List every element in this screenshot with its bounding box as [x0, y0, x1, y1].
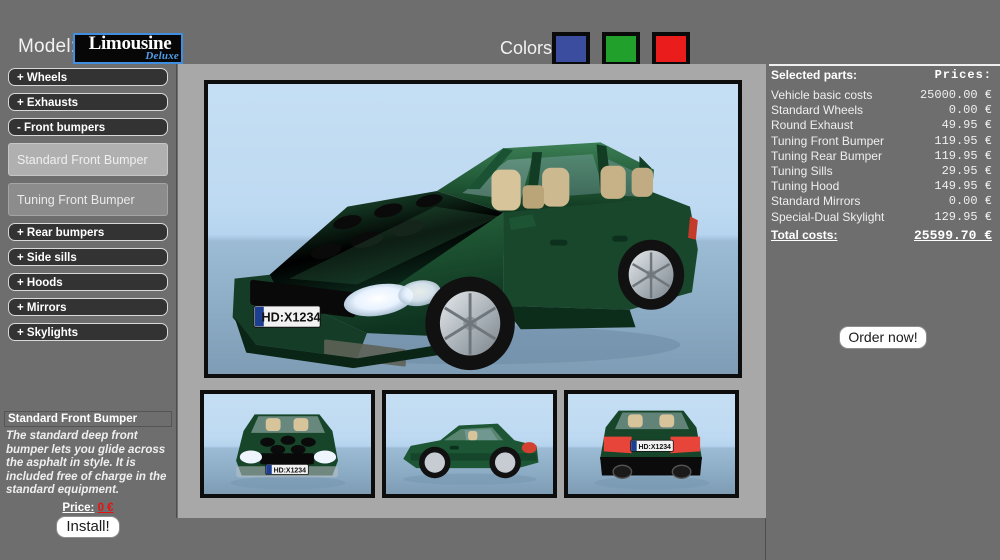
- license-plate-main: HD:X1234: [254, 306, 320, 327]
- total-row: Total costs: 25599.70 €: [766, 228, 1000, 243]
- prices-column-header: Prices:: [935, 68, 992, 82]
- part-row: Tuning Hood 149.95 €: [766, 179, 1000, 194]
- front-view-thumbnail[interactable]: HD:X1234: [200, 390, 375, 498]
- model-label: Model:: [18, 36, 76, 58]
- total-value: 25599.70 €: [914, 228, 992, 243]
- license-plate-rear: HD:X1234: [631, 440, 674, 451]
- part-info-price: Price: 0 €: [4, 502, 172, 514]
- color-swatch-green[interactable]: [602, 32, 640, 66]
- color-swatch-red[interactable]: [652, 32, 690, 66]
- part-row: Tuning Sills 29.95 €: [766, 164, 1000, 179]
- side-view-thumbnail[interactable]: [382, 390, 557, 498]
- part-row: Round Exhaust 49.95 €: [766, 118, 1000, 133]
- sidebar-category-7[interactable]: + Hoods: [8, 273, 168, 291]
- part-price: 0.00 €: [949, 194, 992, 208]
- sidebar-divider: [176, 64, 177, 518]
- part-info-title: Standard Front Bumper: [4, 411, 172, 427]
- part-price: 119.95 €: [934, 149, 992, 163]
- svg-text:HD:X1234: HD:X1234: [262, 310, 321, 324]
- sidebar-category-1[interactable]: + Exhausts: [8, 93, 168, 111]
- car-render-front: HD:X1234: [204, 394, 371, 494]
- part-row: Tuning Rear Bumper 119.95 €: [766, 149, 1000, 164]
- part-price: 25000.00 €: [920, 88, 992, 102]
- model-logo: Limousine Deluxe: [73, 33, 183, 64]
- part-row: Standard Wheels 0.00 €: [766, 103, 1000, 118]
- part-price: 129.95 €: [934, 210, 992, 224]
- part-name: Tuning Hood: [771, 179, 839, 193]
- car-render-perspective: HD:X1234: [208, 84, 738, 374]
- svg-text:HD:X1234: HD:X1234: [639, 444, 672, 451]
- part-name: Standard Mirrors: [771, 194, 860, 208]
- part-price: 0.00 €: [949, 103, 992, 117]
- sidebar-category-6[interactable]: + Side sills: [8, 248, 168, 266]
- sidebar-category-9[interactable]: + Skylights: [8, 323, 168, 341]
- order-now-button[interactable]: Order now!: [839, 326, 926, 349]
- part-name: Vehicle basic costs: [771, 88, 872, 102]
- colors-label: Colors:: [500, 38, 557, 59]
- logo-sub-text: Deluxe: [75, 50, 179, 62]
- install-button-wrap: Install!: [4, 516, 172, 538]
- main-car-view[interactable]: HD:X1234: [204, 80, 742, 378]
- price-label: Price:: [62, 502, 94, 514]
- part-row: Standard Mirrors 0.00 €: [766, 194, 1000, 209]
- svg-text:HD:X1234: HD:X1234: [274, 468, 307, 475]
- sidebar-category-8[interactable]: + Mirrors: [8, 298, 168, 316]
- rear-wheel: [618, 240, 684, 310]
- part-row: Special-Dual Skylight 129.95 €: [766, 210, 1000, 225]
- part-price: 149.95 €: [934, 179, 992, 193]
- part-row: Vehicle basic costs 25000.00 €: [766, 88, 1000, 103]
- sidebar-option-4[interactable]: Tuning Front Bumper: [8, 183, 168, 216]
- license-plate-front: HD:X1234: [266, 464, 309, 474]
- front-wheel: [425, 277, 515, 370]
- sidebar-option-3[interactable]: Standard Front Bumper: [8, 143, 168, 176]
- viewer-stage: HD:X1234: [178, 64, 766, 518]
- parts-price-panel: Selected parts: Prices: Vehicle basic co…: [766, 64, 1000, 560]
- rear-view-thumbnail[interactable]: HD:X1234: [564, 390, 739, 498]
- part-name: Special-Dual Skylight: [771, 210, 884, 224]
- color-swatch-blue[interactable]: [552, 32, 590, 66]
- parts-table-header: Selected parts: Prices:: [766, 68, 1000, 83]
- part-price: 49.95 €: [942, 118, 992, 132]
- part-name: Tuning Sills: [771, 164, 833, 178]
- price-value: 0 €: [98, 502, 114, 514]
- car-configurator-app: Model: Limousine Deluxe Colors: + Wheels…: [0, 0, 1000, 560]
- part-name: Tuning Rear Bumper: [771, 149, 882, 163]
- car-render-side: [386, 394, 553, 494]
- part-name: Round Exhaust: [771, 118, 853, 132]
- order-button-wrap: Order now!: [766, 326, 1000, 349]
- sidebar-category-0[interactable]: + Wheels: [8, 68, 168, 86]
- part-row: Tuning Front Bumper 119.95 €: [766, 134, 1000, 149]
- car-render-rear: HD:X1234: [568, 394, 735, 494]
- install-button[interactable]: Install!: [56, 516, 119, 538]
- total-label: Total costs:: [771, 228, 837, 242]
- part-name: Standard Wheels: [771, 103, 863, 117]
- part-info-description: The standard deep front bumper lets you …: [4, 430, 172, 498]
- parts-column-header: Selected parts:: [771, 68, 857, 82]
- part-price: 29.95 €: [942, 164, 992, 178]
- sidebar-category-5[interactable]: + Rear bumpers: [8, 223, 168, 241]
- panel-top-rule: [769, 64, 1000, 66]
- part-name: Tuning Front Bumper: [771, 134, 884, 148]
- part-price: 119.95 €: [934, 134, 992, 148]
- sidebar-category-2[interactable]: - Front bumpers: [8, 118, 168, 136]
- part-info-panel: Standard Front Bumper The standard deep …: [4, 411, 172, 538]
